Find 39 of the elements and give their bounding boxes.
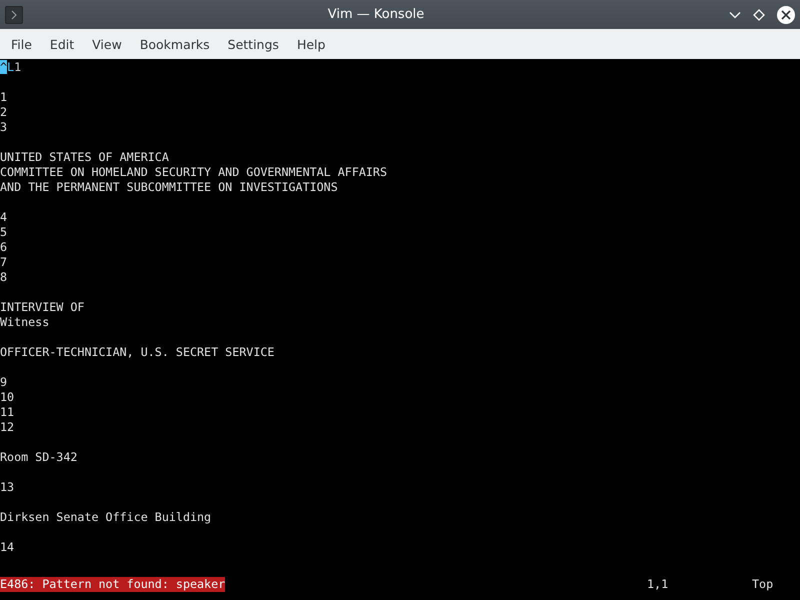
control-character: L xyxy=(7,60,14,74)
terminal-line: Dirksen Senate Office Building xyxy=(0,510,212,524)
terminal-line: INTERVIEW OF xyxy=(0,300,84,314)
terminal-text: 1 xyxy=(14,60,22,74)
menu-item[interactable]: Edit xyxy=(40,36,84,52)
window-title: Vim — Konsole xyxy=(326,7,426,22)
terminal-line: 9 xyxy=(0,375,8,389)
terminal-line: Room SD-342 xyxy=(0,450,78,464)
scroll-position: Top xyxy=(752,577,774,592)
terminal-line: 12 xyxy=(0,420,14,434)
terminal-line: COMMITTEE ON HOMELAND SECURITY AND GOVERNMENTAL AFFAIRS xyxy=(0,165,388,179)
terminal-line: 11 xyxy=(0,405,14,419)
terminal-line: Witness xyxy=(0,315,50,329)
terminal-line: 8 xyxy=(0,270,8,284)
terminal-line: 13 xyxy=(0,480,14,494)
terminal-line: 1 xyxy=(0,90,8,104)
close-button[interactable] xyxy=(777,6,795,24)
menu-item[interactable]: File xyxy=(2,36,41,52)
menu-item[interactable]: Settings xyxy=(218,36,288,52)
terminal-line: 7 xyxy=(0,255,8,269)
terminal-line: OFFICER-TECHNICIAN, U.S. SECRET SERVICE xyxy=(0,345,274,359)
text-cursor: ^ xyxy=(0,60,8,74)
terminal-icon xyxy=(5,6,23,24)
terminal-line: 14 xyxy=(0,540,14,554)
terminal-line: 4 xyxy=(0,210,8,224)
error-message: E486: Pattern not found: speaker xyxy=(0,577,226,592)
terminal-line: UNITED STATES OF AMERICA xyxy=(0,150,169,164)
terminal-line: AND THE PERMANENT SUBCOMMITTEE ON INVESTIGATIONS xyxy=(0,180,338,194)
maximize-button[interactable] xyxy=(753,8,765,20)
terminal-line: 10 xyxy=(0,390,14,404)
cursor-position: 1,1 xyxy=(647,577,670,592)
terminal-line: 3 xyxy=(0,120,8,134)
minimize-button[interactable] xyxy=(729,10,741,18)
terminal-line: 2 xyxy=(0,105,8,119)
terminal-line: 5 xyxy=(0,225,8,239)
menu-item[interactable]: View xyxy=(83,36,131,52)
menu-item[interactable]: Bookmarks xyxy=(130,36,219,52)
terminal-line: 6 xyxy=(0,240,8,254)
menu-item[interactable]: Help xyxy=(288,36,334,52)
